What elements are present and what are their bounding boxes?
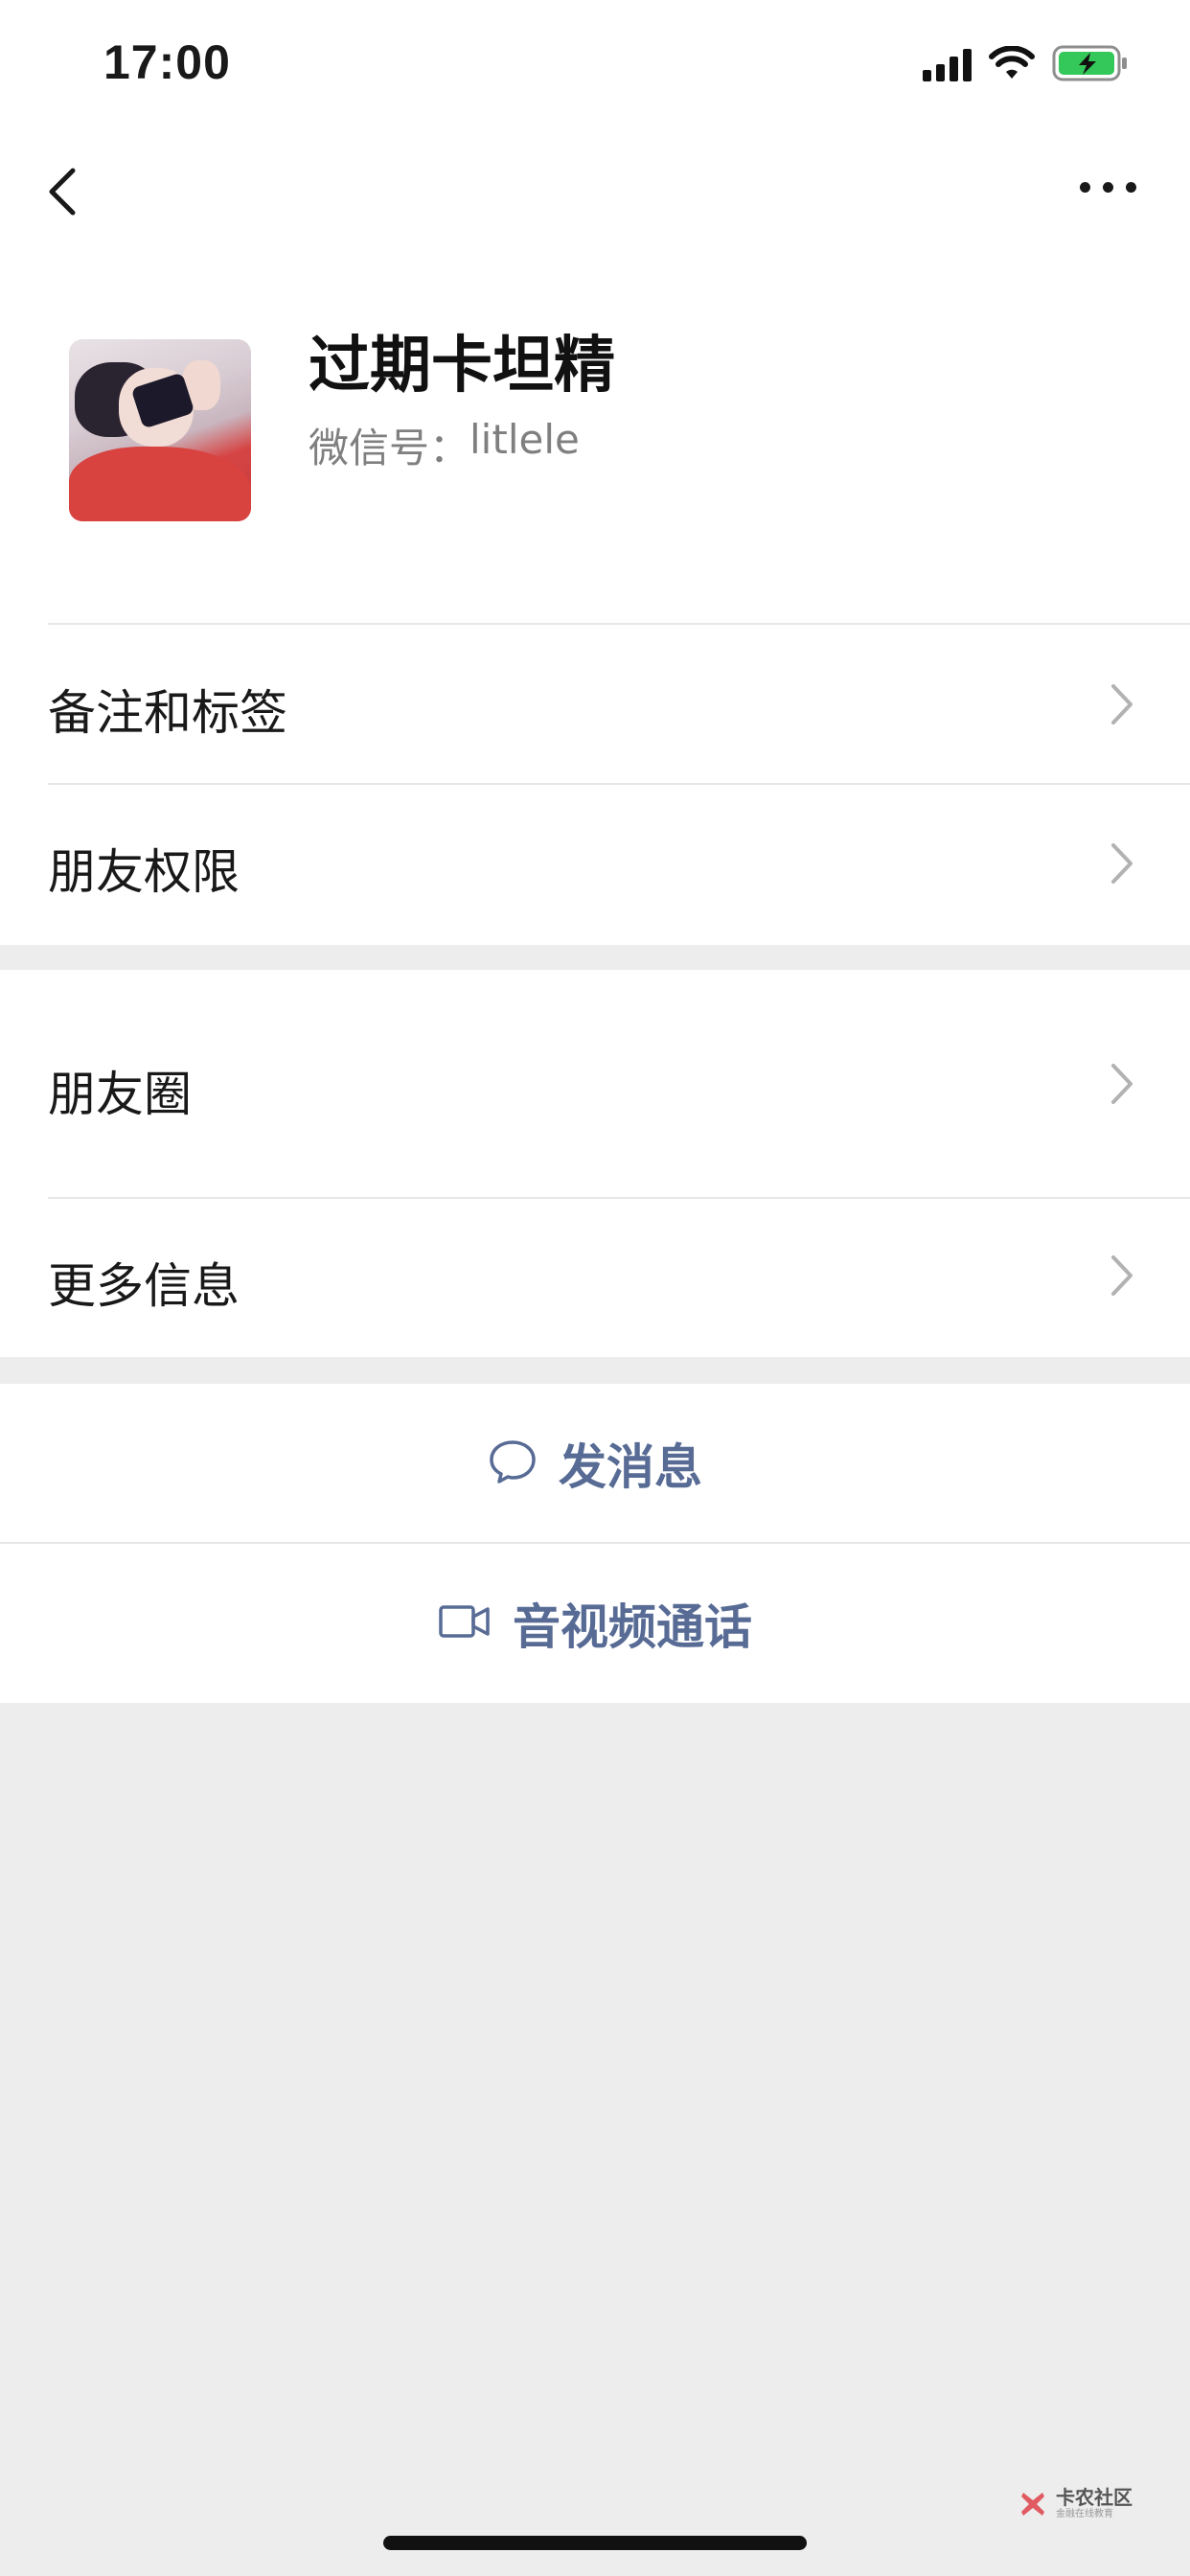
send-message-label: 发消息 [559,1439,702,1495]
chevron-right-icon [1110,1062,1134,1106]
menu-item-label: 更多信息 [48,1258,240,1314]
chevron-right-icon [1110,1254,1134,1298]
menu-item-label: 朋友权限 [48,844,240,900]
watermark-title: 卡农社区 [1056,2486,1133,2509]
back-arrow-icon[interactable] [42,163,90,220]
cellular-signal-icon [923,45,972,81]
avatar[interactable] [69,339,251,521]
wechat-id-label: 微信号： [309,425,470,472]
kanong-logo-icon [1018,2489,1048,2519]
menu-item-label: 备注和标签 [48,685,287,741]
wechat-id-value: litlele [469,416,580,463]
menu-item-moments[interactable]: 朋友圈 [0,970,1190,1199]
status-icons [923,42,1129,84]
chat-bubble-icon [488,1438,538,1489]
chevron-right-icon [1110,682,1134,726]
menu-group-1: 备注和标签 朋友权限 [0,625,1190,945]
status-time: 17:00 [103,35,231,89]
watermark: 卡农社区 金融在线教育 [1018,2488,1133,2519]
menu-item-more-info[interactable]: 更多信息 [0,1198,1190,1357]
send-message-button[interactable]: 发消息 [0,1384,1190,1544]
home-indicator[interactable] [383,2536,807,2550]
battery-charging-icon [1052,44,1129,82]
video-call-label: 音视频通话 [513,1599,752,1655]
nav-bar [0,126,1190,251]
menu-group-2: 朋友圈 更多信息 [0,970,1190,1357]
chevron-right-icon [1110,841,1134,886]
video-call-button[interactable]: 音视频通话 [0,1544,1190,1703]
menu-item-remarks-tags[interactable]: 备注和标签 [0,625,1190,785]
profile-header: 过期卡坦精 微信号： litlele [0,251,1190,625]
watermark-subtitle: 金融在线教育 [1056,2509,1113,2519]
profile-name: 过期卡坦精 [309,331,615,402]
status-bar: 17:00 [0,0,1190,126]
menu-item-label: 朋友圈 [48,1067,192,1122]
menu-item-friend-permissions[interactable]: 朋友权限 [0,784,1190,945]
wifi-icon [989,46,1035,80]
more-options-icon[interactable] [1080,182,1136,193]
video-camera-icon [438,1602,492,1644]
wechat-id-row: 微信号： litlele [309,416,580,474]
